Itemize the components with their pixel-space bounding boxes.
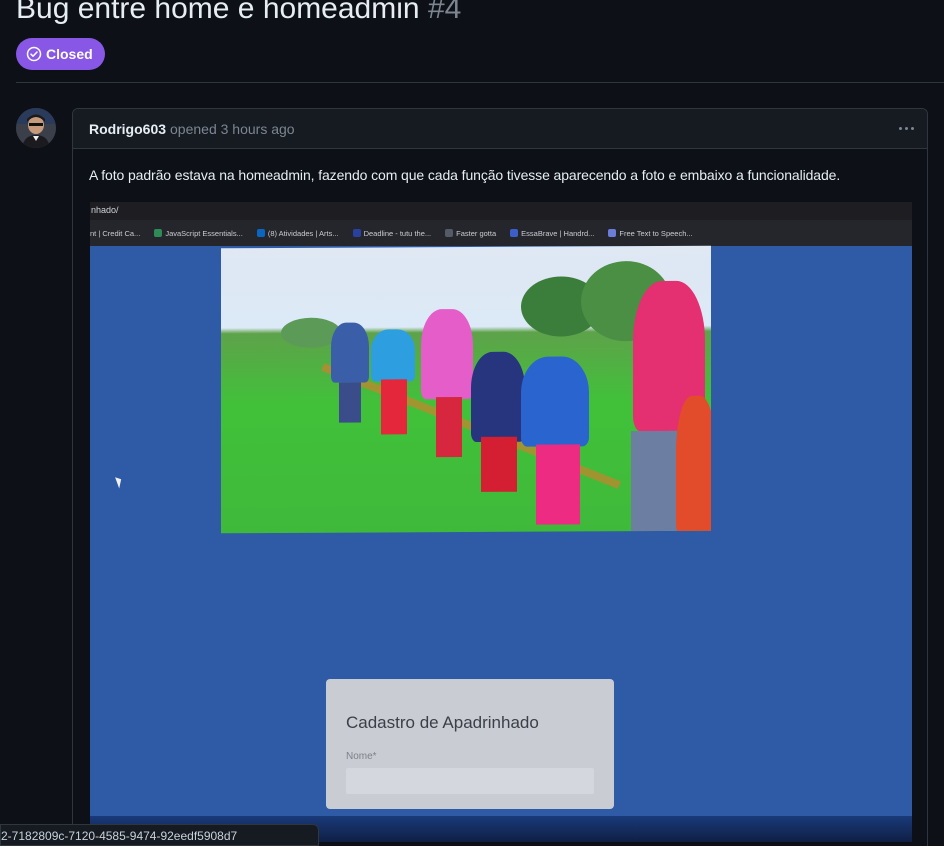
issue-title-text: Bug entre home e homeadmin xyxy=(16,0,420,25)
issue-number: #4 xyxy=(427,0,462,25)
screenshot-form-label: Nome* xyxy=(346,751,377,762)
cursor-icon xyxy=(115,475,124,489)
comment-text: A foto padrão estava na homeadmin, fazen… xyxy=(89,167,841,183)
screenshot-bookmark: Faster gotta xyxy=(445,229,496,238)
avatar-image xyxy=(16,108,56,148)
screenshot-bookmark: (8) Atividades | Arts... xyxy=(256,229,339,238)
header-divider xyxy=(16,82,944,83)
screenshot-url-bar: nhado/ xyxy=(90,202,912,220)
comment-author[interactable]: Rodrigo603 xyxy=(89,121,166,137)
more-options-icon[interactable] xyxy=(895,117,917,139)
screenshot-photo xyxy=(221,245,711,534)
status-badge: Closed xyxy=(16,38,105,70)
comment-header: Rodrigo603 opened 3 hours ago xyxy=(73,109,927,149)
comment-body: A foto padrão estava na homeadmin, fazen… xyxy=(73,149,927,183)
comment-meta[interactable]: opened 3 hours ago xyxy=(170,121,295,137)
check-circle-icon xyxy=(26,46,42,62)
screenshot-form: Cadastro de Apadrinhado Nome* xyxy=(326,679,614,809)
status-badge-label: Closed xyxy=(46,46,93,62)
screenshot-bookmark: Deadline - tutu the... xyxy=(352,229,431,238)
attached-screenshot[interactable]: nhado/ nt | Credit Ca... JavaScript Esse… xyxy=(90,202,912,842)
screenshot-bookmarks-bar: nt | Credit Ca... JavaScript Essentials.… xyxy=(90,220,912,246)
comment-box: Rodrigo603 opened 3 hours ago A foto pad… xyxy=(72,108,928,846)
screenshot-bookmark: Free Text to Speech... xyxy=(608,229,693,238)
avatar[interactable] xyxy=(16,108,56,148)
screenshot-form-title: Cadastro de Apadrinhado xyxy=(346,713,539,732)
screenshot-bookmark: nt | Credit Ca... xyxy=(90,228,141,238)
link-status-bar: 2-7182809c-7120-4585-9474-92eedf5908d7 xyxy=(0,824,319,846)
screenshot-bookmark: EssaBrave | Handrd... xyxy=(510,229,594,238)
issue-title: Bug entre home e homeadmin #4 xyxy=(16,0,461,26)
screenshot-bookmark: JavaScript Essentials... xyxy=(154,229,243,238)
screenshot-form-input xyxy=(346,768,594,794)
